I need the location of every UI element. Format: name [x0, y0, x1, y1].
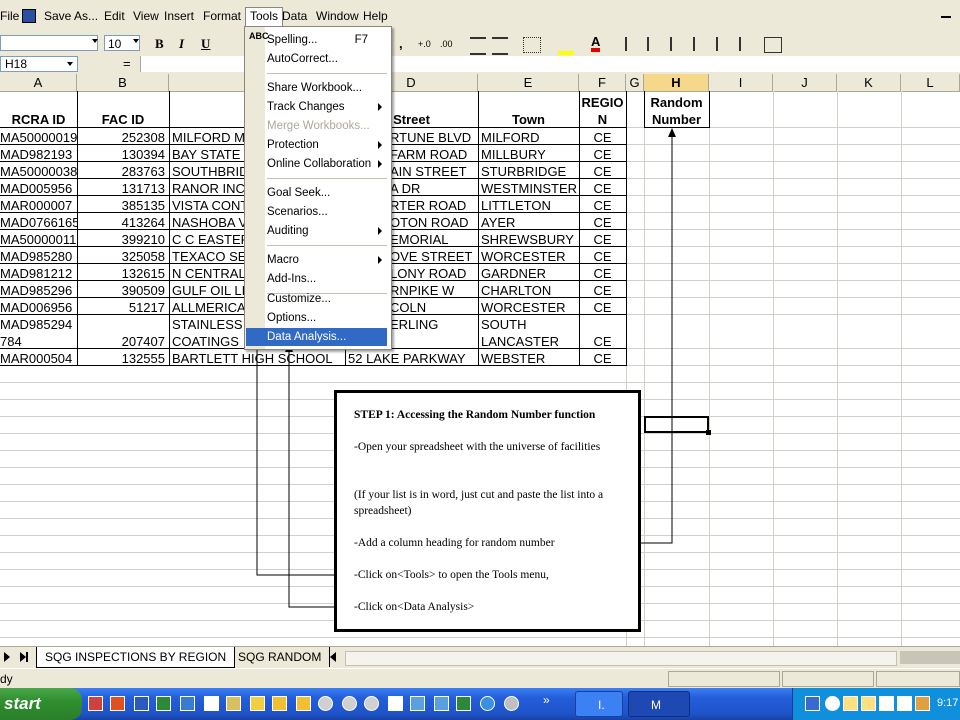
clock-icon[interactable]: [250, 696, 265, 711]
overflow-chevron-icon[interactable]: »: [543, 693, 550, 707]
app-icon[interactable]: [410, 696, 425, 711]
horizontal-scrollbar[interactable]: [345, 651, 897, 666]
app-icon[interactable]: [226, 696, 241, 711]
taskbar: start » I. M 9:17: [0, 688, 960, 720]
taskbar-task-2[interactable]: M: [628, 691, 690, 717]
app-icon[interactable]: [342, 696, 357, 711]
menu-item-auditing[interactable]: Auditing: [267, 222, 388, 240]
status-bar: dy: [0, 668, 960, 689]
folder-icon[interactable]: [272, 696, 287, 711]
instruction-title: STEP 1: Accessing the Random Number func…: [354, 409, 596, 421]
app-icon[interactable]: [204, 696, 219, 711]
menu-item-data-analysis[interactable]: Data Analysis...: [246, 328, 387, 346]
instruction-line: (If your list is in word, just cut and p…: [354, 489, 604, 517]
menu-item-customize[interactable]: Customize...: [267, 290, 388, 308]
menu-item-track-changes[interactable]: Track Changes: [267, 98, 388, 116]
scrollbar-thumb[interactable]: [900, 651, 960, 664]
tray-icon[interactable]: [861, 696, 876, 711]
browser-icon[interactable]: [480, 696, 495, 711]
menu-item-merge-workbooks: Merge Workbooks...: [267, 120, 370, 132]
excel-icon[interactable]: [156, 696, 171, 711]
menu-item-spelling[interactable]: Spelling... F7: [267, 31, 388, 49]
tray-icon[interactable]: [843, 696, 858, 711]
submenu-arrow-icon: [378, 103, 382, 111]
menu-item-protection[interactable]: Protection: [267, 136, 388, 154]
menu-item-goal-seek[interactable]: Goal Seek...: [267, 184, 388, 202]
menu-item-autocorrect[interactable]: AutoCorrect...: [267, 50, 388, 68]
submenu-arrow-icon: [378, 227, 382, 235]
menu-item-online-collaboration[interactable]: Online Collaboration: [267, 155, 388, 173]
menu-item-scenarios[interactable]: Scenarios...: [267, 203, 388, 221]
word-icon[interactable]: [134, 696, 149, 711]
tray-icon[interactable]: [879, 696, 894, 711]
tab-sqg-inspections-by-region[interactable]: SQG INSPECTIONS BY REGION: [36, 647, 236, 668]
menu-item-share-workbook[interactable]: Share Workbook...: [267, 79, 388, 97]
app-icon[interactable]: [504, 696, 519, 711]
status-text: dy: [0, 672, 13, 686]
app-icon[interactable]: [180, 696, 195, 711]
menu-item-add-ins[interactable]: Add-Ins...: [267, 270, 388, 288]
folder-icon[interactable]: [296, 696, 311, 711]
scroll-left-icon[interactable]: [330, 652, 336, 662]
app-icon[interactable]: [364, 696, 379, 711]
instruction-line: -Open your spreadsheet with the universe…: [354, 441, 601, 453]
submenu-arrow-icon: [378, 256, 382, 264]
spelling-icon: ABC: [249, 31, 269, 41]
sheet-tab-bar: SQG INSPECTIONS BY REGION SQG RANDOM: [0, 646, 960, 669]
tray-icon[interactable]: [805, 696, 820, 711]
mail-icon[interactable]: [388, 696, 403, 711]
app-icon[interactable]: [318, 696, 333, 711]
clock-text: 9:17: [937, 697, 959, 709]
start-button[interactable]: start: [0, 688, 82, 720]
tray-icon[interactable]: [825, 696, 840, 711]
instruction-box: STEP 1: Accessing the Random Number func…: [334, 390, 641, 632]
menu-item-options[interactable]: Options...: [267, 309, 388, 327]
menu-item-macro[interactable]: Macro: [267, 251, 388, 269]
tools-menu: ABC Spelling... F7 AutoCorrect... Share W…: [244, 26, 392, 350]
instruction-line: -Click on<Data Analysis>: [354, 601, 475, 613]
tab-scroll-next-icon[interactable]: [4, 652, 10, 662]
submenu-arrow-icon: [378, 141, 382, 149]
taskbar-task-1[interactable]: I.: [575, 691, 623, 717]
system-tray: 9:17: [792, 688, 960, 720]
tab-sqg-random[interactable]: SQG RANDOM: [230, 647, 331, 667]
pdf-icon[interactable]: [88, 696, 103, 711]
tray-icon[interactable]: [915, 696, 930, 711]
app-icon[interactable]: [110, 696, 125, 711]
app-icon[interactable]: [456, 696, 471, 711]
app-icon[interactable]: [434, 696, 449, 711]
instruction-line: -Add a column heading for random number: [354, 537, 555, 549]
instruction-line: -Click on<Tools> to open the Tools menu,: [354, 569, 549, 581]
tray-icon[interactable]: [897, 696, 912, 711]
submenu-arrow-icon: [378, 160, 382, 168]
